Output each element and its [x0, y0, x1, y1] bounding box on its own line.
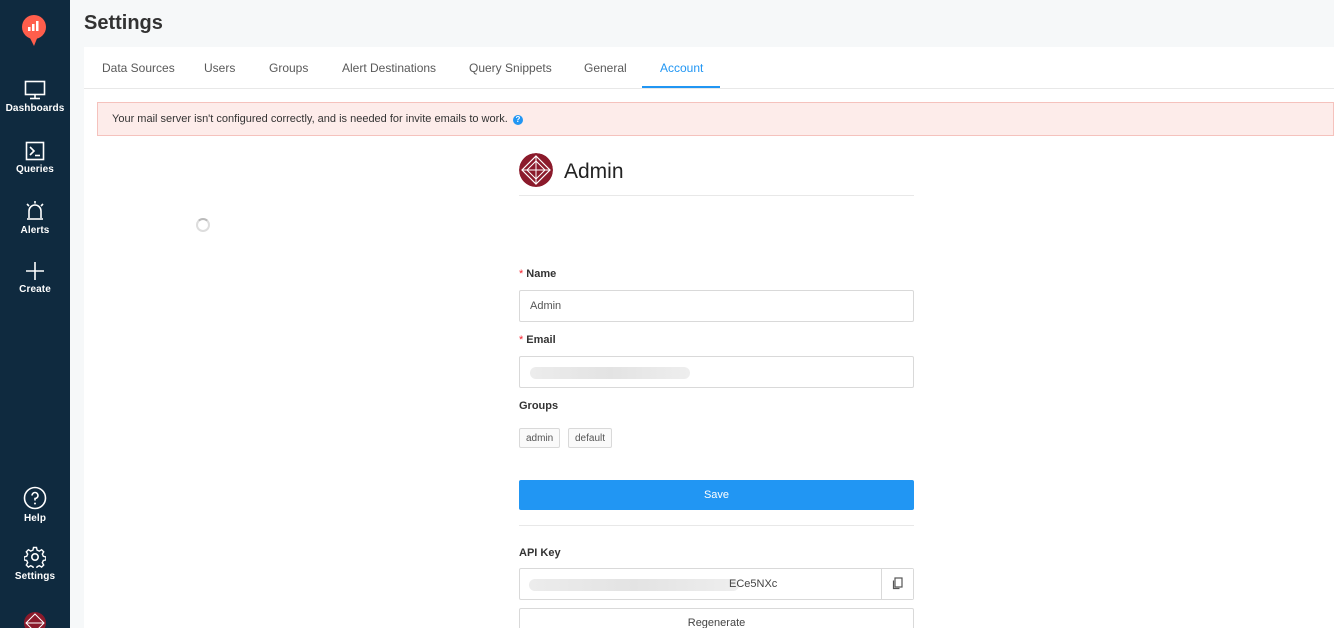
- tab-groups[interactable]: Groups: [269, 61, 308, 75]
- tab-account[interactable]: Account: [660, 61, 703, 75]
- sidebar-item-create[interactable]: Create: [0, 261, 70, 295]
- sidebar-item-label: Help: [0, 513, 70, 524]
- sidebar-item-label: Alerts: [0, 225, 70, 236]
- tab-query-snippets[interactable]: Query Snippets: [469, 61, 552, 75]
- active-tab-indicator: [642, 86, 720, 88]
- alert-message: Your mail server isn't configured correc…: [112, 113, 508, 125]
- api-key-label: API Key: [519, 547, 561, 559]
- sidebar-item-label: Queries: [0, 164, 70, 175]
- regenerate-api-key-button[interactable]: Regenerate: [519, 608, 914, 628]
- question-circle-icon: [23, 486, 47, 510]
- alarm-icon: [24, 200, 46, 222]
- terminal-icon: [25, 141, 45, 161]
- avatar: [519, 153, 553, 187]
- mail-config-alert: Your mail server isn't configured correc…: [97, 102, 1334, 136]
- tab-data-sources[interactable]: Data Sources: [102, 61, 175, 75]
- group-tag-admin: admin: [519, 428, 560, 448]
- tab-users[interactable]: Users: [204, 61, 235, 75]
- sidebar-item-help[interactable]: Help: [0, 486, 70, 524]
- email-label: *Email: [519, 334, 556, 346]
- api-key-suffix: ECe5NXc: [729, 578, 777, 590]
- required-marker: *: [519, 334, 523, 346]
- sidebar-item-dashboards[interactable]: Dashboards: [0, 80, 70, 114]
- loading-spinner-icon: [196, 218, 210, 232]
- plus-icon: [25, 261, 45, 281]
- profile-name: Admin: [564, 160, 624, 184]
- settings-panel: Data Sources Users Groups Alert Destinat…: [84, 47, 1334, 628]
- name-label: *Name: [519, 268, 556, 280]
- divider: [519, 525, 914, 526]
- name-field[interactable]: [519, 290, 914, 322]
- user-avatar[interactable]: [24, 612, 46, 628]
- redacted-api-key: [529, 579, 739, 591]
- group-tag-default: default: [568, 428, 612, 448]
- tab-alert-destinations[interactable]: Alert Destinations: [342, 61, 436, 75]
- sidebar-item-settings[interactable]: Settings: [0, 546, 70, 582]
- sidebar-item-queries[interactable]: Queries: [0, 141, 70, 175]
- save-button[interactable]: Save: [519, 480, 914, 510]
- sidebar: Dashboards Queries Alerts Create: [0, 0, 70, 628]
- sidebar-item-label: Settings: [0, 571, 70, 582]
- page-header: Settings: [70, 0, 1334, 46]
- profile-header: Admin: [519, 151, 914, 196]
- sidebar-item-label: Create: [0, 284, 70, 295]
- redacted-email: [530, 367, 690, 379]
- page-title: Settings: [84, 12, 163, 35]
- monitor-icon: [24, 80, 46, 100]
- question-circle-icon[interactable]: ?: [513, 115, 523, 125]
- required-marker: *: [519, 268, 523, 280]
- gear-icon: [24, 546, 46, 568]
- api-key-field[interactable]: ECe5NXc: [519, 568, 914, 600]
- groups-label: Groups: [519, 400, 558, 412]
- copy-icon: [892, 577, 903, 590]
- settings-tabs: Data Sources Users Groups Alert Destinat…: [84, 47, 1334, 89]
- sidebar-item-alerts[interactable]: Alerts: [0, 200, 70, 236]
- sidebar-item-label: Dashboards: [0, 103, 70, 114]
- copy-api-key-button[interactable]: [881, 569, 913, 599]
- email-field[interactable]: [519, 356, 914, 388]
- tab-general[interactable]: General: [584, 61, 627, 75]
- redash-logo-icon[interactable]: [20, 14, 48, 48]
